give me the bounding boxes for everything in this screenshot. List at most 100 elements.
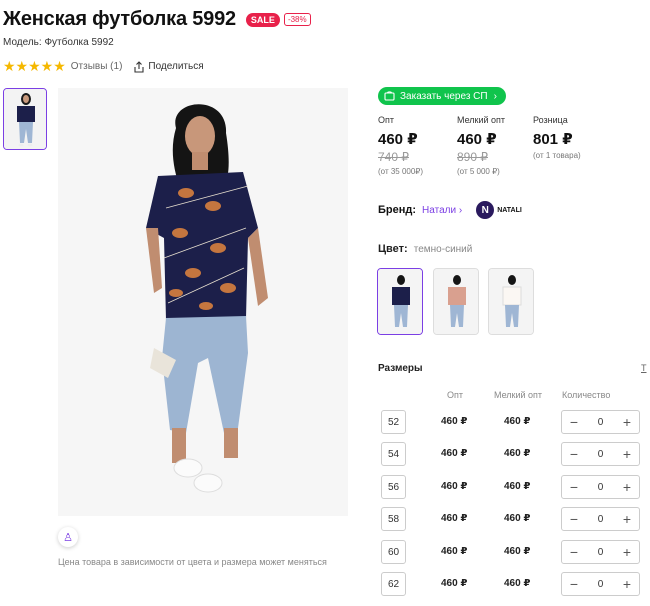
brand-logo[interactable]: N NATALI [476,201,522,219]
row-price-opt: 460 ₽ [441,546,468,557]
row-price-opt: 460 ₽ [441,416,468,427]
quantity-stepper: − 0 + [561,442,640,466]
row-price-opt: 460 ₽ [441,481,468,492]
price-current: 460 ₽ [378,131,418,148]
size-guide-button[interactable]: ♙ [58,527,78,547]
sizes-title: Размеры [378,363,423,374]
plus-icon[interactable]: + [620,415,634,429]
plus-icon[interactable]: + [620,447,634,461]
brand-logo-text: NATALI [497,206,522,214]
price-current: 460 ₽ [457,131,497,148]
price-wholesale: Опт 460 ₽ 740 ₽ (от 35 000₽) [378,115,423,176]
col-header-small-opt: Мелкий опт [494,390,543,400]
rating-row: ★★★★★ Отзывы (1) Поделиться [3,58,204,75]
quantity-stepper: − 0 + [561,475,640,499]
size-row: 56 460 ₽ 460 ₽ − 0 + [381,475,650,499]
quantity-value[interactable]: 0 [598,547,604,558]
color-swatch-navy[interactable] [377,268,423,335]
quantity-value[interactable]: 0 [598,449,604,460]
col-header-opt: Опт [447,390,463,400]
price-current: 801 ₽ [533,131,573,148]
share-label: Поделиться [148,61,204,72]
plus-icon[interactable]: + [620,577,634,591]
price-min-order: (от 35 000₽) [378,167,424,176]
price-min-order: (от 5 000 ₽) [457,167,500,176]
size-label: 60 [381,540,406,564]
price-min-order: (от 1 товара) [533,151,581,160]
order-via-sp-button[interactable]: Заказать через СП › [378,87,506,105]
price-label: Розница [533,115,568,125]
quantity-value[interactable]: 0 [598,579,604,590]
size-row: 52 460 ₽ 460 ₽ − 0 + [381,410,650,434]
row-price-small-opt: 460 ₽ [504,513,531,524]
brand-link[interactable]: Натали › [422,205,462,216]
gallery-thumbnail[interactable] [3,88,47,150]
product-model: Модель: Футболка 5992 [3,37,114,48]
size-row: 62 460 ₽ 460 ₽ − 0 + [381,572,650,596]
quantity-value[interactable]: 0 [598,514,604,525]
row-price-opt: 460 ₽ [441,448,468,459]
size-label: 52 [381,410,406,434]
color-label: Цвет: [378,243,408,255]
row-price-opt: 460 ₽ [441,578,468,589]
minus-icon[interactable]: − [567,415,581,429]
size-table-link[interactable]: Т [641,363,647,373]
chevron-right-icon: › [493,90,497,102]
brand-label: Бренд: [378,204,417,216]
price-note: Цена товара в зависимости от цвета и раз… [58,557,327,567]
cart-icon [384,91,395,101]
plus-icon[interactable]: + [620,512,634,526]
quantity-value[interactable]: 0 [598,417,604,428]
main-product-photo[interactable] [58,88,348,516]
minus-icon[interactable]: − [567,545,581,559]
color-swatch-pink[interactable] [433,268,479,335]
minus-icon[interactable]: − [567,447,581,461]
size-label: 58 [381,507,406,531]
minus-icon[interactable]: − [567,512,581,526]
quantity-value[interactable]: 0 [598,482,604,493]
quantity-stepper: − 0 + [561,410,640,434]
size-label: 54 [381,442,406,466]
price-small-wholesale: Мелкий опт 460 ₽ 890 ₽ (от 5 000 ₽) [457,115,505,176]
minus-icon[interactable]: − [567,577,581,591]
size-row: 58 460 ₽ 460 ₽ − 0 + [381,507,650,531]
price-label: Мелкий опт [457,115,506,125]
size-row: 54 460 ₽ 460 ₽ − 0 + [381,442,650,466]
size-row: 60 460 ₽ 460 ₽ − 0 + [381,540,650,564]
plus-icon[interactable]: + [620,545,634,559]
color-row: Цвет: темно-синий [378,243,472,255]
chevron-right-icon: › [458,204,463,216]
quantity-stepper: − 0 + [561,540,640,564]
quantity-stepper: − 0 + [561,572,640,596]
row-price-small-opt: 460 ₽ [504,416,531,427]
row-price-small-opt: 460 ₽ [504,578,531,589]
row-price-small-opt: 460 ₽ [504,481,531,492]
brand-logo-mark: N [476,201,495,219]
title-row: Женская футболка 5992 SALE -38% [3,8,311,31]
order-button-label: Заказать через СП [400,90,488,102]
price-old: 740 ₽ [378,150,409,164]
price-label: Опт [378,115,394,125]
plus-icon[interactable]: + [620,480,634,494]
col-header-qty: Количество [562,390,611,400]
brand-row: Бренд: Натали › N NATALI [378,201,522,219]
share-button[interactable]: Поделиться [134,60,204,73]
rating-stars: ★★★★★ [3,58,66,74]
color-swatch-white[interactable] [488,268,534,335]
discount-badge: -38% [283,13,311,26]
row-price-small-opt: 460 ₽ [504,448,531,459]
reviews-link[interactable]: Отзывы (1) [71,61,123,72]
size-label: 56 [381,475,406,499]
row-price-opt: 460 ₽ [441,513,468,524]
price-retail: Розница 801 ₽ (от 1 товара) [533,115,581,160]
share-icon [134,60,144,73]
color-value: темно-синий [413,244,473,255]
size-label: 62 [381,572,406,596]
sale-badge: SALE [245,12,280,27]
person-icon: ♙ [63,531,73,544]
product-title: Женская футболка 5992 [3,8,236,30]
price-old: 890 ₽ [457,150,488,164]
quantity-stepper: − 0 + [561,507,640,531]
minus-icon[interactable]: − [567,480,581,494]
row-price-small-opt: 460 ₽ [504,546,531,557]
